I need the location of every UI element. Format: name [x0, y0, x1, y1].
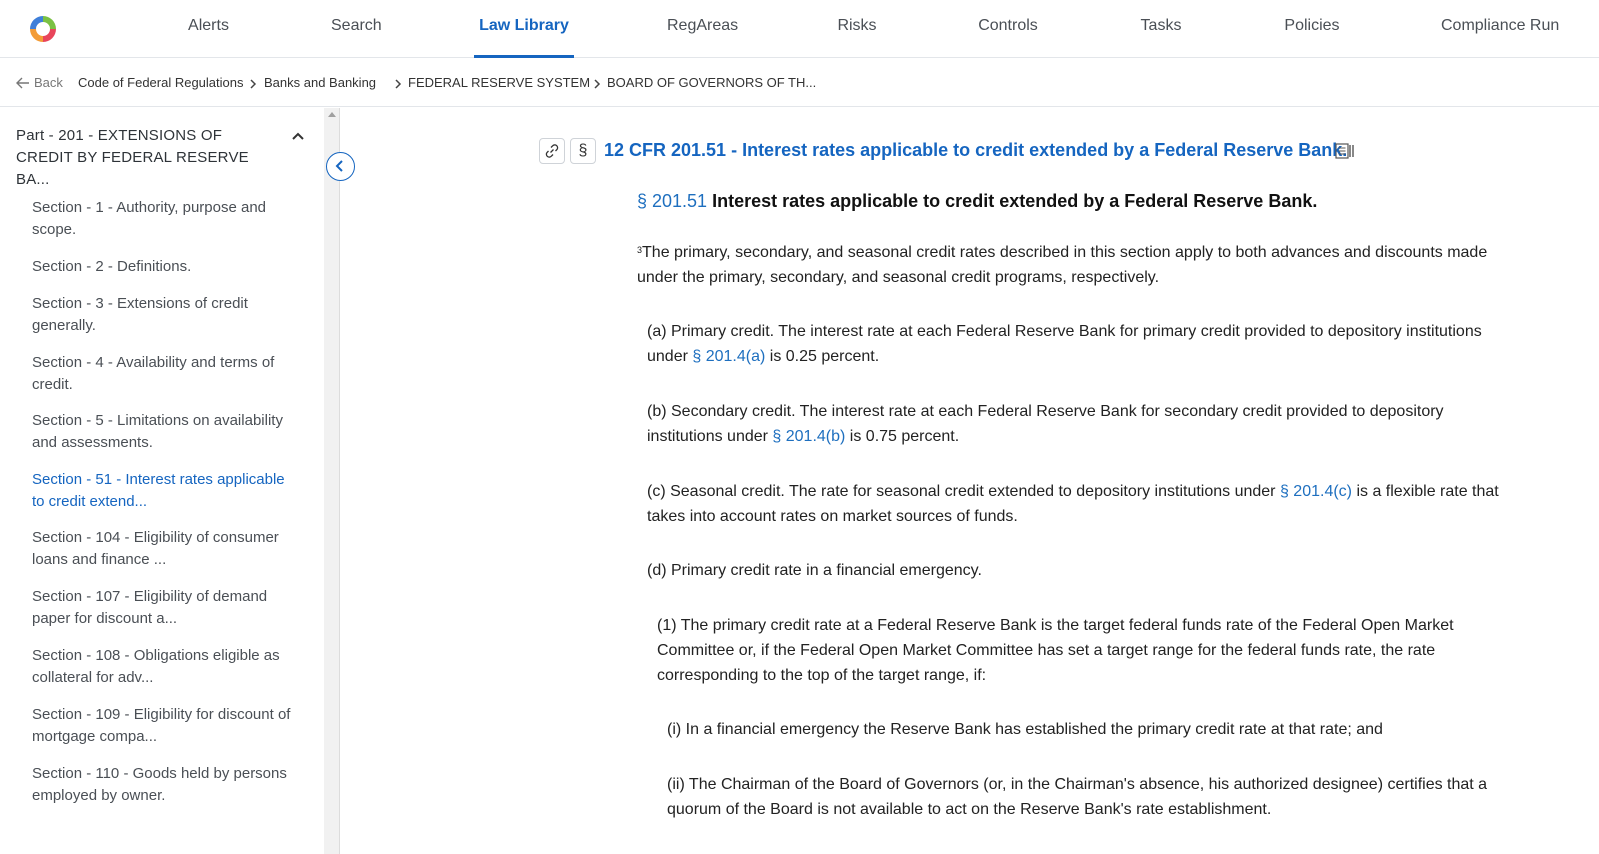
- nav-compliance-run[interactable]: Compliance Run: [1441, 0, 1559, 58]
- footnote-marker: 3: [637, 245, 643, 255]
- chevron-right-icon: [395, 79, 402, 89]
- collapse-sidebar-button[interactable]: [326, 152, 355, 181]
- scroll-up-arrow-icon[interactable]: [328, 112, 336, 117]
- reference-link-201-4b[interactable]: § 201.4(b): [772, 428, 845, 445]
- paragraph-c-text: (c) Seasonal credit. The rate for season…: [647, 483, 1280, 500]
- paragraph-c: (c) Seasonal credit. The rate for season…: [647, 479, 1517, 529]
- paragraph-d-ii: (ii) The Chairman of the Board of Govern…: [667, 776, 1488, 818]
- sidebar-item-section-1[interactable]: Section - 1 - Authority, purpose and sco…: [32, 197, 298, 240]
- paragraph-b-text-end: is 0.75 percent.: [845, 428, 960, 445]
- breadcrumb-item-frs[interactable]: FEDERAL RESERVE SYSTEM: [408, 75, 590, 90]
- intro-text: The primary, secondary, and seasonal cre…: [637, 244, 1488, 286]
- link-icon: [545, 144, 559, 158]
- nav-tasks[interactable]: Tasks: [1139, 0, 1183, 58]
- nav-policies[interactable]: Policies: [1283, 0, 1341, 58]
- sidebar-item-section-104[interactable]: Section - 104 - Eligibility of consumer …: [32, 527, 298, 570]
- copy-link-button[interactable]: [539, 138, 565, 164]
- paragraph-b: (b) Secondary credit. The interest rate …: [647, 399, 1517, 449]
- nav-law-library[interactable]: Law Library: [474, 0, 574, 58]
- nav-controls[interactable]: Controls: [977, 0, 1039, 58]
- paragraph-a-text-end: is 0.25 percent.: [765, 348, 880, 365]
- reference-link-201-4a[interactable]: § 201.4(a): [692, 348, 765, 365]
- sidebar-item-section-4[interactable]: Section - 4 - Availability and terms of …: [32, 352, 298, 395]
- app-logo-icon[interactable]: [24, 10, 62, 48]
- chevron-up-icon[interactable]: [289, 127, 307, 145]
- breadcrumb-item-cfr[interactable]: Code of Federal Regulations: [78, 75, 244, 90]
- nav-search[interactable]: Search: [331, 0, 382, 58]
- paragraph-d-1: (1) The primary credit rate at a Federal…: [657, 617, 1454, 684]
- nav-alerts[interactable]: Alerts: [187, 0, 230, 58]
- section-symbol-button[interactable]: §: [570, 138, 596, 164]
- nav-regareas[interactable]: RegAreas: [667, 0, 738, 58]
- sidebar-item-section-5[interactable]: Section - 5 - Limitations on availabilit…: [32, 410, 298, 453]
- section-heading-text: Interest rates applicable to credit exte…: [712, 191, 1318, 211]
- arrow-left-icon[interactable]: [16, 77, 30, 89]
- breadcrumb-item-board[interactable]: BOARD OF GOVERNORS OF TH...: [607, 75, 816, 90]
- top-navigation-bar: Alerts Search Law Library RegAreas Risks…: [0, 0, 1599, 58]
- chevron-left-icon: [335, 160, 343, 172]
- sidebar-scrollbar[interactable]: [324, 108, 340, 854]
- paragraph-d-i: (i) In a financial emergency the Reserve…: [667, 721, 1383, 738]
- sidebar-item-section-110[interactable]: Section - 110 - Goods held by persons em…: [32, 763, 298, 806]
- sidebar: Part - 201 - EXTENSIONS OF CREDIT BY FED…: [0, 108, 324, 854]
- reference-link-201-4c[interactable]: § 201.4(c): [1280, 483, 1352, 500]
- paragraph-b-text: (b) Secondary credit. The interest rate …: [647, 403, 1444, 445]
- intro-paragraph: 3The primary, secondary, and seasonal cr…: [637, 240, 1517, 290]
- chevron-right-icon: [594, 79, 601, 89]
- paragraph-a: (a) Primary credit. The interest rate at…: [647, 319, 1517, 369]
- sidebar-item-section-2[interactable]: Section - 2 - Definitions.: [32, 256, 298, 278]
- back-link[interactable]: Back: [34, 75, 63, 90]
- part-title[interactable]: Part - 201 - EXTENSIONS OF CREDIT BY FED…: [16, 125, 281, 191]
- document-title: 12 CFR 201.51 - Interest rates applicabl…: [604, 140, 1348, 160]
- section-heading: § 201.51 Interest rates applicable to cr…: [637, 191, 1317, 212]
- paragraph-d: (d) Primary credit rate in a financial e…: [647, 562, 982, 579]
- nav-risks[interactable]: Risks: [837, 0, 877, 58]
- sidebar-item-section-107[interactable]: Section - 107 - Eligibility of demand pa…: [32, 586, 298, 629]
- sidebar-item-section-108[interactable]: Section - 108 - Obligations eligible as …: [32, 645, 298, 688]
- section-number[interactable]: § 201.51: [637, 191, 707, 211]
- sidebar-item-section-109[interactable]: Section - 109 - Eligibility for discount…: [32, 704, 298, 747]
- chevron-right-icon: [250, 79, 257, 89]
- breadcrumb: Back Code of Federal Regulations Banks a…: [0, 59, 1599, 107]
- breadcrumb-item-banks[interactable]: Banks and Banking: [264, 75, 376, 90]
- sidebar-item-section-3[interactable]: Section - 3 - Extensions of credit gener…: [32, 293, 298, 336]
- sidebar-item-section-51[interactable]: Section - 51 - Interest rates applicable…: [32, 469, 298, 512]
- document-view-icon[interactable]: [1335, 142, 1355, 160]
